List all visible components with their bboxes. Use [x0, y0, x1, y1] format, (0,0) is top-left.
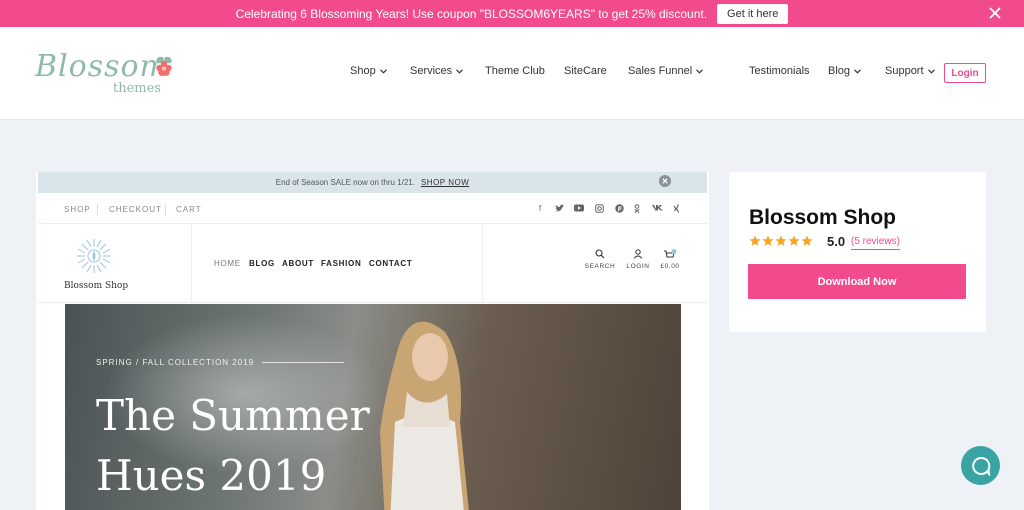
blossom-themes-logo[interactable]: Blossom themes [35, 43, 180, 105]
close-icon[interactable] [659, 175, 671, 187]
logo-wordmark: Blossom [35, 49, 170, 84]
nav-item-support[interactable]: Support [885, 65, 935, 77]
rating-value: 5.0 [827, 234, 846, 249]
shop-now-link[interactable]: SHOP NOW [421, 178, 469, 187]
close-icon[interactable] [988, 6, 1002, 20]
twitter-icon[interactable] [554, 204, 564, 214]
hero-kicker-text: SPRING / FALL COLLECTION 2019 [96, 358, 255, 367]
nav-label: Testimonials [749, 65, 810, 77]
nav-item-testimonials[interactable]: Testimonials [749, 65, 810, 77]
instagram-icon[interactable] [594, 204, 604, 215]
divider [482, 225, 483, 303]
hero-title-line: Hues 2019 [96, 451, 327, 500]
nav-item-blog[interactable]: Blog [828, 65, 861, 77]
menu-item-blog[interactable]: BLOG [249, 259, 275, 268]
login-tool[interactable]: LOGIN [622, 249, 654, 270]
shop-link[interactable]: SHOP [64, 205, 91, 214]
youtube-icon[interactable] [574, 204, 584, 214]
nav-label: Services [410, 65, 453, 77]
facebook-icon[interactable]: f [535, 204, 545, 213]
vk-icon[interactable] [652, 204, 663, 213]
login-label: LOGIN [626, 263, 650, 270]
star-icon [788, 235, 800, 246]
menu-item-contact[interactable]: CONTACT [369, 259, 412, 268]
chevron-down-icon [927, 68, 935, 74]
product-title: Blossom Shop [749, 206, 897, 229]
star-icon [749, 235, 761, 246]
star-icon [801, 235, 813, 246]
nav-label: Sales Funnel [628, 65, 693, 77]
chevron-down-icon [379, 68, 387, 74]
hero-model-image [380, 321, 469, 510]
flower-icon [156, 56, 172, 76]
star-icon [775, 235, 787, 246]
divider [191, 225, 192, 303]
chat-bubble-icon [971, 456, 990, 476]
promo-message: Celebrating 6 Blossoming Years! Use coup… [235, 6, 708, 21]
star-icon [762, 235, 774, 246]
hero-title-line: The Summer [96, 391, 370, 440]
hero-banner: SPRING / FALL COLLECTION 2019 The Summer… [65, 304, 681, 510]
chevron-down-icon [854, 68, 861, 74]
nav-label: SiteCare [564, 65, 607, 77]
download-now-button[interactable]: Download Now [748, 264, 966, 299]
hero-kicker: SPRING / FALL COLLECTION 2019 [96, 358, 345, 367]
nav-label: Shop [350, 65, 376, 77]
chat-widget-button[interactable] [961, 446, 1000, 485]
search-label: SEARCH [584, 263, 616, 270]
xing-icon[interactable] [672, 204, 682, 215]
logo-subtitle: themes [113, 81, 161, 96]
cart-tool[interactable]: £0.00 [654, 249, 686, 270]
sale-announcement-bar: End of Season SALE now on thru 1/21. SHO… [38, 172, 707, 193]
nav-label: Theme Club [485, 65, 545, 77]
divider [165, 204, 166, 215]
sale-text: End of Season SALE now on thru 1/21. [275, 178, 415, 187]
nav-item-theme-club[interactable]: Theme Club [485, 65, 545, 77]
site-header: Blossom themes Shop Services Theme Club … [0, 27, 1024, 120]
theme-preview: End of Season SALE now on thru 1/21. SHO… [36, 172, 709, 510]
cart-total: £0.00 [660, 263, 680, 270]
checkout-link[interactable]: CHECKOUT [109, 205, 162, 214]
hero-title: The Summer Hues 2019 [96, 386, 370, 506]
chevron-down-icon [696, 68, 704, 74]
nav-item-shop[interactable]: Shop [350, 65, 387, 77]
cart-icon [664, 249, 677, 258]
nav-item-sitecare[interactable]: SiteCare [564, 65, 607, 77]
blossom-shop-logo-icon[interactable] [73, 235, 115, 277]
preview-header: Blossom Shop HOME BLOG ABOUT FASHION CON… [38, 225, 707, 303]
user-icon [633, 249, 643, 259]
search-icon [595, 249, 605, 259]
menu-item-fashion[interactable]: FASHION [321, 259, 361, 268]
nav-item-services[interactable]: Services [410, 65, 464, 77]
login-button[interactable]: Login [944, 63, 986, 83]
menu-item-about[interactable]: ABOUT [282, 259, 314, 268]
nav-label: Support [885, 65, 924, 77]
blossom-shop-logo-text: Blossom Shop [64, 281, 129, 291]
reviews-link[interactable]: (5 reviews) [851, 236, 900, 250]
pinterest-icon[interactable] [614, 204, 624, 215]
cart-link[interactable]: CART [176, 205, 202, 214]
product-card: Blossom Shop 5.0 (5 reviews) Download No… [729, 172, 986, 332]
nav-item-sales-funnel[interactable]: Sales Funnel [628, 65, 704, 77]
promo-bar: Celebrating 6 Blossoming Years! Use coup… [0, 0, 1024, 27]
chevron-down-icon [456, 68, 464, 74]
divider [262, 362, 345, 363]
nav-label: Blog [828, 65, 851, 77]
divider [97, 204, 98, 215]
get-it-here-button[interactable]: Get it here [717, 3, 789, 24]
odnoklassniki-icon[interactable] [632, 204, 642, 216]
menu-item-home[interactable]: HOME [214, 259, 241, 268]
search-tool[interactable]: SEARCH [584, 249, 616, 270]
rating-stars [749, 235, 813, 247]
preview-top-links: SHOP CHECKOUT CART f [38, 197, 707, 224]
